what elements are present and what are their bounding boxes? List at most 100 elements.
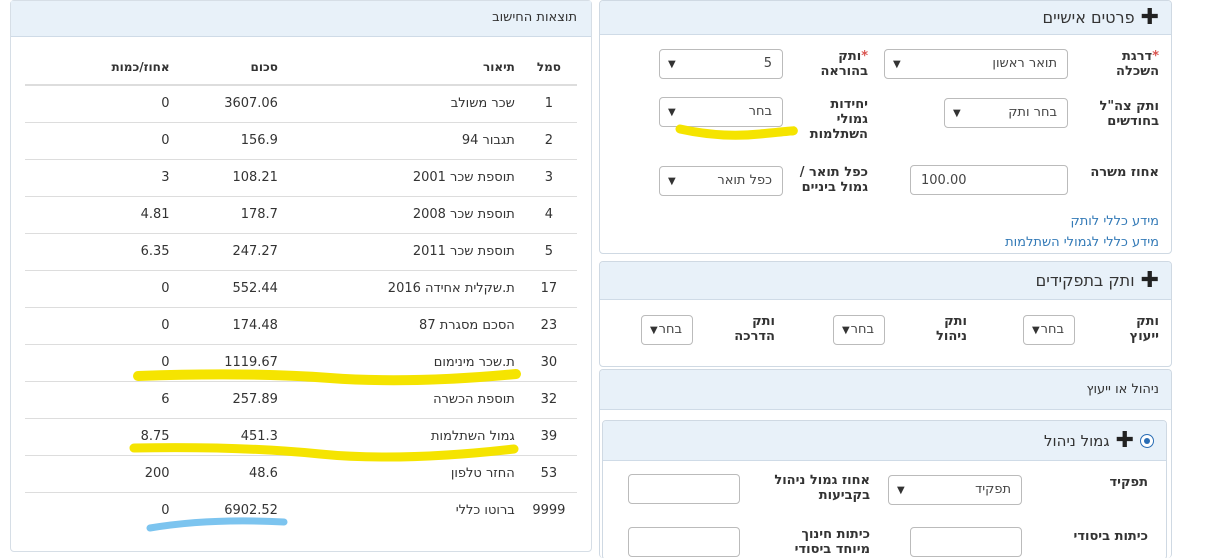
row-percent: 6.35	[25, 233, 176, 271]
degree-double-select[interactable]: כפל תואר ▼	[659, 166, 783, 196]
role-select-value: תפקיד	[975, 482, 1011, 497]
plus-icon: ✚	[1140, 4, 1159, 30]
personal-details-panel: ✚ פרטים אישיים *דרגת השכלה תואר ראשון ▼ …	[599, 0, 1172, 254]
row-description: גמול השתלמות	[283, 418, 521, 456]
teaching-seniority-label: *ותק בהוראה	[808, 49, 868, 79]
row-sum: 247.27	[175, 233, 284, 271]
position-percent-label: אחוז משרה	[1090, 165, 1159, 180]
row-percent: 0	[25, 270, 176, 308]
table-row: 3 תוספת שכר 2001 108.21 3	[25, 159, 577, 197]
row-description: הסכם מסגרת 87	[283, 307, 521, 345]
role-label: תפקיד	[1109, 475, 1148, 490]
training-units-select[interactable]: בחר ▼	[659, 97, 783, 127]
row-percent: 0	[25, 122, 176, 160]
training-info-link[interactable]: מידע כללי לגמולי השתלמות	[1005, 235, 1159, 250]
management-seniority-select[interactable]: בחר ▼	[833, 315, 885, 345]
chevron-down-icon: ▼	[668, 107, 676, 118]
management-seniority-value: בחר	[850, 322, 874, 337]
table-row: 30 ת.שכר מינימום 1119.67 0	[25, 344, 577, 382]
consulting-seniority-select[interactable]: בחר ▼	[1023, 315, 1075, 345]
table-row: 5 תוספת שכר 2011 247.27 6.35	[25, 233, 577, 271]
training-units-label: יחידות גמולי השתלמות	[809, 97, 868, 142]
education-select-value: תואר ראשון	[992, 56, 1057, 71]
roles-seniority-header[interactable]: ✚ ותק בתפקידים	[600, 262, 1171, 300]
roles-seniority-panel: ✚ ותק בתפקידים ותק ייעוץ בחר ▼ ותק ניהול…	[599, 261, 1172, 367]
row-code: 5	[520, 233, 577, 271]
management-consulting-title: ניהול או ייעוץ	[1086, 382, 1159, 397]
row-description: תגבור 94	[283, 122, 521, 160]
row-description: תוספת שכר 2008	[283, 196, 521, 234]
row-sum: 174.48	[175, 307, 284, 345]
column-header-sum: סכום	[175, 49, 284, 86]
row-code: 17	[520, 270, 577, 308]
row-percent: 8.75	[25, 418, 176, 456]
required-asterisk: *	[1152, 49, 1159, 64]
row-code: 23	[520, 307, 577, 345]
education-label: *דרגת השכלה	[1115, 49, 1159, 79]
special-ed-classes-input[interactable]	[628, 527, 740, 557]
row-sum: 156.9	[175, 122, 284, 160]
chevron-down-icon: ▼	[1032, 325, 1040, 336]
chevron-down-icon: ▼	[842, 325, 850, 336]
guidance-seniority-label: ותק הדרכה	[734, 314, 775, 344]
army-seniority-label: ותק צה"ל בחודשים	[1099, 99, 1160, 129]
consulting-seniority-value: בחר	[1040, 322, 1064, 337]
chevron-down-icon: ▼	[953, 108, 961, 119]
teaching-seniority-select[interactable]: 5 ▼	[659, 49, 783, 79]
management-consulting-panel: ניהול או ייעוץ ✚ גמול ניהול תפקיד תפקיד …	[599, 369, 1172, 558]
row-code: 2	[520, 122, 577, 160]
position-percent-input[interactable]: 100.00	[910, 165, 1068, 195]
plus-icon: ✚	[1140, 267, 1159, 293]
table-row: 39 גמול השתלמות 451.3 8.75	[25, 418, 577, 456]
results-table: סמל תיאור סכום אחוז/כמות 1 שכר משולב 360…	[25, 49, 577, 529]
personal-details-header[interactable]: ✚ פרטים אישיים	[600, 1, 1171, 35]
education-select[interactable]: תואר ראשון ▼	[884, 49, 1068, 79]
chevron-down-icon: ▼	[893, 59, 901, 70]
chevron-down-icon: ▼	[897, 485, 905, 496]
guidance-seniority-select[interactable]: בחר ▼	[641, 315, 693, 345]
row-percent: 0	[25, 85, 176, 123]
army-seniority-select[interactable]: בחר ותק ▼	[944, 98, 1068, 128]
plus-icon: ✚	[1115, 427, 1134, 453]
seniority-info-link[interactable]: מידע כללי לותק	[1071, 214, 1160, 229]
row-sum: 3607.06	[175, 85, 284, 123]
table-row: 53 החזר טלפון 48.6 200	[25, 455, 577, 493]
row-code: 1	[520, 85, 577, 123]
salary-calculator-page: תוצאות החישוב סמל תיאור סכום אחוז/כמות 1…	[0, 0, 1216, 558]
guidance-seniority-value: בחר	[658, 322, 682, 337]
chevron-down-icon: ▼	[650, 325, 658, 336]
row-description: שכר משולב	[283, 85, 521, 123]
row-code: 53	[520, 455, 577, 493]
row-description: תוספת שכר 2011	[283, 233, 521, 271]
management-percent-input[interactable]	[628, 474, 740, 504]
table-row-total: 9999 ברוטו כללי 6902.52 0	[25, 492, 577, 529]
table-row: 2 תגבור 94 156.9 0	[25, 122, 577, 160]
row-code: 39	[520, 418, 577, 456]
row-code: 30	[520, 344, 577, 382]
row-sum: 257.89	[175, 381, 284, 419]
row-sum: 6902.52	[224, 503, 278, 519]
table-row: 17 ת.שקלית אחידה 2016 552.44 0	[25, 270, 577, 308]
basic-classes-input[interactable]	[910, 527, 1022, 557]
row-percent: 200	[25, 455, 176, 493]
management-bonus-header[interactable]: ✚ גמול ניהול	[603, 421, 1166, 461]
radio-selected-icon[interactable]	[1140, 433, 1154, 448]
row-description: ת.שקלית אחידה 2016	[283, 270, 521, 308]
row-percent: 0	[161, 503, 170, 519]
management-percent-label: אחוז גמול ניהול בקביעות	[774, 473, 870, 503]
chevron-down-icon: ▼	[668, 176, 676, 187]
row-code: 9999	[532, 503, 566, 519]
row-description: תוספת הכשרה	[283, 381, 521, 419]
results-panel-title: תוצאות החישוב	[11, 1, 591, 37]
table-row: 1 שכר משולב 3607.06 0	[25, 85, 577, 123]
management-bonus-box: ✚ גמול ניהול תפקיד תפקיד ▼ אחוז גמול ניה…	[602, 420, 1167, 558]
personal-details-title: פרטים אישיים	[1042, 8, 1135, 27]
row-percent: 6	[25, 381, 176, 419]
column-header-description: תיאור	[283, 49, 521, 86]
row-sum: 108.21	[175, 159, 284, 197]
role-select[interactable]: תפקיד ▼	[888, 475, 1022, 505]
results-table-header-row: סמל תיאור סכום אחוז/כמות	[25, 49, 577, 86]
row-code: 4	[520, 196, 577, 234]
row-sum: 1119.67	[175, 344, 284, 382]
row-description: ברוטו כללי	[455, 503, 515, 519]
